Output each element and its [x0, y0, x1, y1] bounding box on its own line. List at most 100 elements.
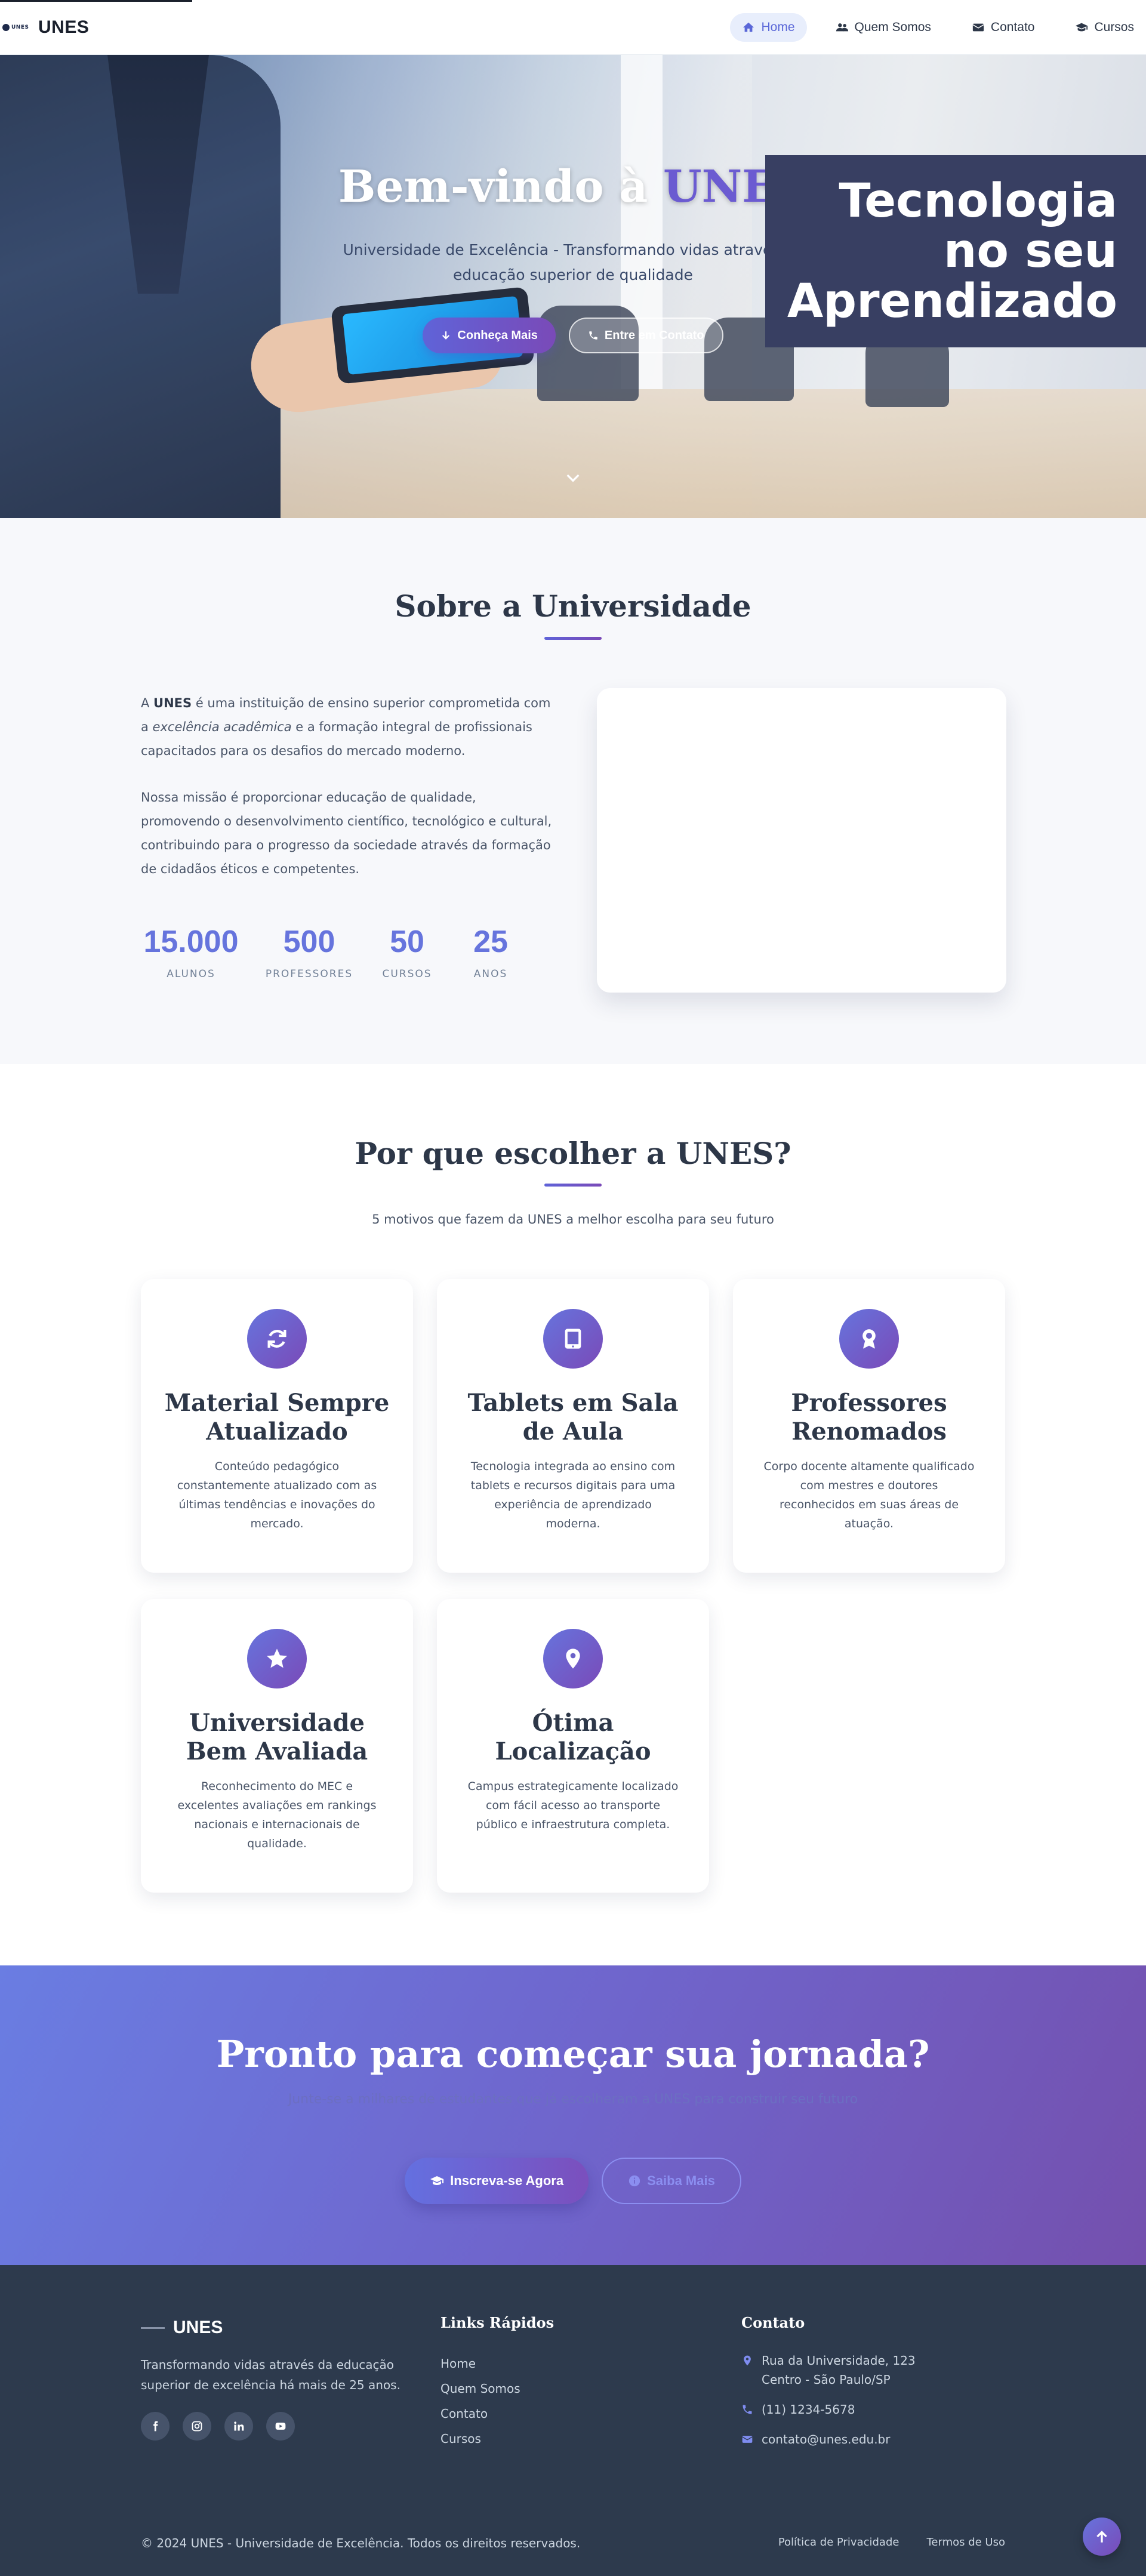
footer-link-contato[interactable]: Contato	[440, 2401, 520, 2426]
nav-contato-label: Contato	[990, 20, 1035, 34]
address-line-1: Rua da Universidade, 123	[762, 2353, 916, 2368]
award-icon	[862, 1329, 876, 1349]
about-paragraph-1: A UNES é uma instituição de ensino super…	[141, 696, 551, 758]
about-title: Sobre a Universidade	[395, 588, 751, 624]
inscreva-se-button[interactable]: Inscreva-se Agora	[405, 2158, 589, 2204]
card-title: Professores Renomados	[791, 1389, 947, 1446]
users-icon	[836, 23, 848, 32]
phone-icon	[743, 2405, 752, 2414]
nav-links: Home Quem Somos Contato Cursos	[730, 0, 1146, 55]
about-section: Sobre a Universidade A UNES é uma instit…	[0, 518, 1146, 1064]
title-underline	[544, 637, 602, 640]
stat-alunos: 15.000 ALUNOS	[141, 924, 241, 980]
instagram-icon	[192, 2421, 202, 2432]
card-description: Tecnologia integrada ao ensino com table…	[470, 1460, 676, 1530]
footer-link-quem-somos[interactable]: Quem Somos	[440, 2376, 520, 2401]
footer: UNES Transformando vidas através da educ…	[0, 2265, 1146, 2576]
nav-contato[interactable]: Contato	[960, 13, 1047, 42]
card-description: Corpo docente altamente qualificado com …	[763, 1460, 975, 1530]
contact-email: contato@unes.edu.br	[741, 2430, 916, 2449]
stat-professores: 500 PROFESSORES	[265, 924, 353, 980]
footer-logo-icon	[141, 2327, 165, 2329]
entre-em-contato-button[interactable]: Entre em Contato	[568, 318, 723, 353]
cta-section: Pronto para começar sua jornada? Junte-s…	[0, 1965, 1146, 2265]
arrow-up-icon	[1096, 2531, 1107, 2543]
feature-card: Universidade Bem Avaliada Reconhecimento…	[141, 1599, 413, 1893]
copyright-text: © 2024 UNES - Universidade de Excelência…	[141, 2536, 581, 2550]
stat-value: 25	[473, 925, 508, 959]
saiba-mais-button[interactable]: Saiba Mais	[602, 2158, 741, 2204]
nav-home[interactable]: Home	[730, 13, 807, 42]
about-text: A UNES é uma instituição de ensino super…	[141, 691, 553, 881]
why-subtitle: 5 motivos que fazem da UNES a melhor esc…	[372, 1212, 774, 1227]
why-title: Por que escolher a UNES?	[355, 1136, 791, 1171]
card-title: Universidade Bem Avaliada	[186, 1709, 368, 1765]
card-description: Conteúdo pedagógico constantemente atual…	[177, 1460, 377, 1530]
footer-description: Transformando vidas através da educação …	[141, 2358, 401, 2392]
cta-subtitle: Junte-se a milhares de estudantes que já…	[288, 2092, 858, 2107]
brand-link[interactable]: UNES UNES	[2, 16, 89, 39]
contact-phone: (11) 1234-5678	[741, 2400, 916, 2419]
about-paragraph-2: Nossa missão é proporcionar educação de …	[141, 790, 552, 876]
card-description: Reconhecimento do MEC e excelentes avali…	[177, 1780, 377, 1850]
chevron-down-icon[interactable]	[563, 468, 583, 487]
envelope-icon	[742, 2436, 753, 2443]
stat-value: 15.000	[143, 925, 239, 959]
nav-quem-somos-label: Quem Somos	[854, 20, 931, 34]
feature-card: Ótima Localização Campus estrategicament…	[437, 1599, 709, 1893]
feature-card: Professores Renomados Corpo docente alta…	[733, 1279, 1005, 1573]
address-line-2: Centro - São Paulo/SP	[762, 2372, 891, 2387]
graduation-cap-icon	[1076, 23, 1088, 32]
brand-logo-icon: UNES	[2, 21, 30, 33]
cta-buttons: Inscreva-se Agora Saiba Mais	[0, 2158, 1146, 2204]
map-pin-icon	[566, 1648, 580, 1669]
graduation-cap-icon	[430, 2176, 444, 2185]
cta-title: Pronto para começar sua jornada?	[216, 2032, 930, 2076]
stat-cursos: 50 CURSOS	[377, 924, 437, 980]
banner-line-1: Tecnologia	[839, 174, 1117, 228]
stat-label: PROFESSORES	[265, 968, 353, 980]
back-to-top-button[interactable]	[1083, 2518, 1121, 2556]
linkedin-link[interactable]	[224, 2412, 253, 2441]
info-icon	[629, 2175, 640, 2187]
hero-section: Bem-vindo à UNES Universidade de Excelên…	[0, 55, 1146, 518]
card-title: Tablets em Sala de Aula	[467, 1389, 679, 1446]
footer-contact: Rua da Universidade, 123 Centro - São Pau…	[741, 2351, 916, 2460]
phone-text: (11) 1234-5678	[762, 2402, 855, 2417]
tablet-icon	[565, 1329, 581, 1349]
youtube-link[interactable]	[266, 2412, 295, 2441]
instagram-link[interactable]	[183, 2412, 211, 2441]
social-links	[141, 2412, 295, 2441]
top-accent-line	[0, 0, 192, 2]
card-title: Material Sempre Atualizado	[164, 1389, 390, 1446]
phone-icon	[589, 331, 597, 340]
sync-icon	[267, 1330, 286, 1348]
footer-link-home[interactable]: Home	[440, 2351, 520, 2376]
card-title: Ótima Localização	[495, 1709, 651, 1765]
why-section: Por que escolher a UNES? 5 motivos que f…	[0, 1064, 1146, 1965]
email-text: contato@unes.edu.br	[762, 2432, 891, 2446]
terms-of-use-link[interactable]: Termos de Uso	[926, 2536, 1005, 2549]
conheca-mais-button[interactable]: Conheça Mais	[423, 318, 556, 353]
about-image-card	[597, 688, 1006, 993]
nav-cursos-label: Cursos	[1094, 20, 1134, 34]
tecnologia-banner: Tecnologia no seu Aprendizado	[765, 155, 1146, 347]
footer-link-cursos[interactable]: Cursos	[440, 2426, 520, 2451]
arrow-down-icon	[442, 331, 450, 340]
footer-brand-name: UNES	[173, 2318, 223, 2337]
stat-value: 50	[390, 925, 424, 959]
stat-label: ANOS	[473, 968, 508, 980]
card-description: Campus estrategicamente localizado com f…	[467, 1780, 679, 1831]
title-underline	[544, 1184, 602, 1187]
home-icon	[743, 22, 754, 32]
brand-name: UNES	[38, 17, 90, 37]
stat-label: ALUNOS	[167, 968, 215, 980]
star-icon	[267, 1648, 287, 1668]
nav-cursos[interactable]: Cursos	[1063, 13, 1146, 42]
top-navbar: UNES UNES Home Quem Somos Contato Cursos	[0, 0, 1146, 55]
banner-line-2: no seu	[943, 224, 1117, 278]
nav-quem-somos[interactable]: Quem Somos	[824, 13, 943, 42]
facebook-link[interactable]	[141, 2412, 170, 2441]
legal-links: Política de Privacidade Termos de Uso	[778, 2536, 1005, 2549]
privacy-policy-link[interactable]: Política de Privacidade	[778, 2536, 899, 2549]
